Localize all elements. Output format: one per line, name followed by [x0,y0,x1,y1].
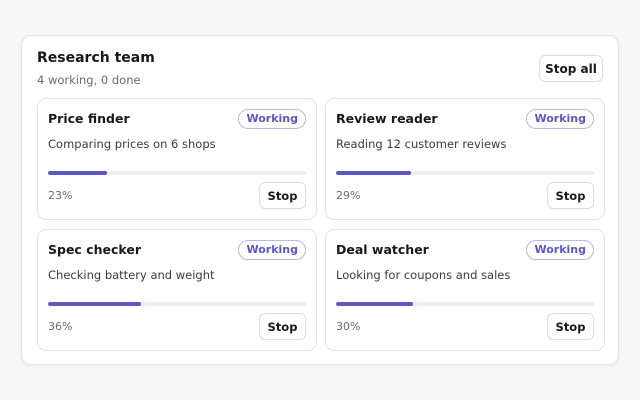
progress-fill [336,302,414,306]
agent-task: Comparing prices on 6 shops [48,137,216,151]
status-badge: Working [526,240,594,260]
progress-bar [336,171,594,175]
progress-bar [48,302,306,306]
progress-fill [48,302,141,306]
stop-button[interactable]: Stop [547,182,594,209]
progress-percent: 23% [48,189,73,202]
stop-button[interactable]: Stop [259,182,306,209]
progress-bar [48,171,306,175]
agent-task: Reading 12 customer reviews [336,137,507,151]
progress-fill [48,171,108,175]
agent-name: Price finder [48,111,130,126]
research-team-panel: Research team 4 working, 0 done Stop all… [21,35,619,365]
agent-name: Spec checker [48,242,142,257]
team-summary: 4 working, 0 done [37,73,141,87]
agent-card-spec-checker: Spec checker Working Checking battery an… [37,229,317,351]
agent-task: Checking battery and weight [48,268,215,282]
progress-percent: 29% [336,189,361,202]
progress-bar [336,302,594,306]
stop-button[interactable]: Stop [259,313,306,340]
agent-card-price-finder: Price finder Working Comparing prices on… [37,98,317,220]
progress-percent: 36% [48,320,73,333]
agent-name: Review reader [336,111,438,126]
agent-card-review-reader: Review reader Working Reading 12 custome… [325,98,605,220]
agent-card-deal-watcher: Deal watcher Working Looking for coupons… [325,229,605,351]
status-badge: Working [238,240,306,260]
stop-button[interactable]: Stop [547,313,594,340]
status-badge: Working [238,109,306,129]
agent-name: Deal watcher [336,242,429,257]
progress-fill [336,171,411,175]
agent-task: Looking for coupons and sales [336,268,511,282]
stop-all-button[interactable]: Stop all [539,55,603,82]
status-badge: Working [526,109,594,129]
progress-percent: 30% [336,320,361,333]
panel-title: Research team [37,50,155,66]
